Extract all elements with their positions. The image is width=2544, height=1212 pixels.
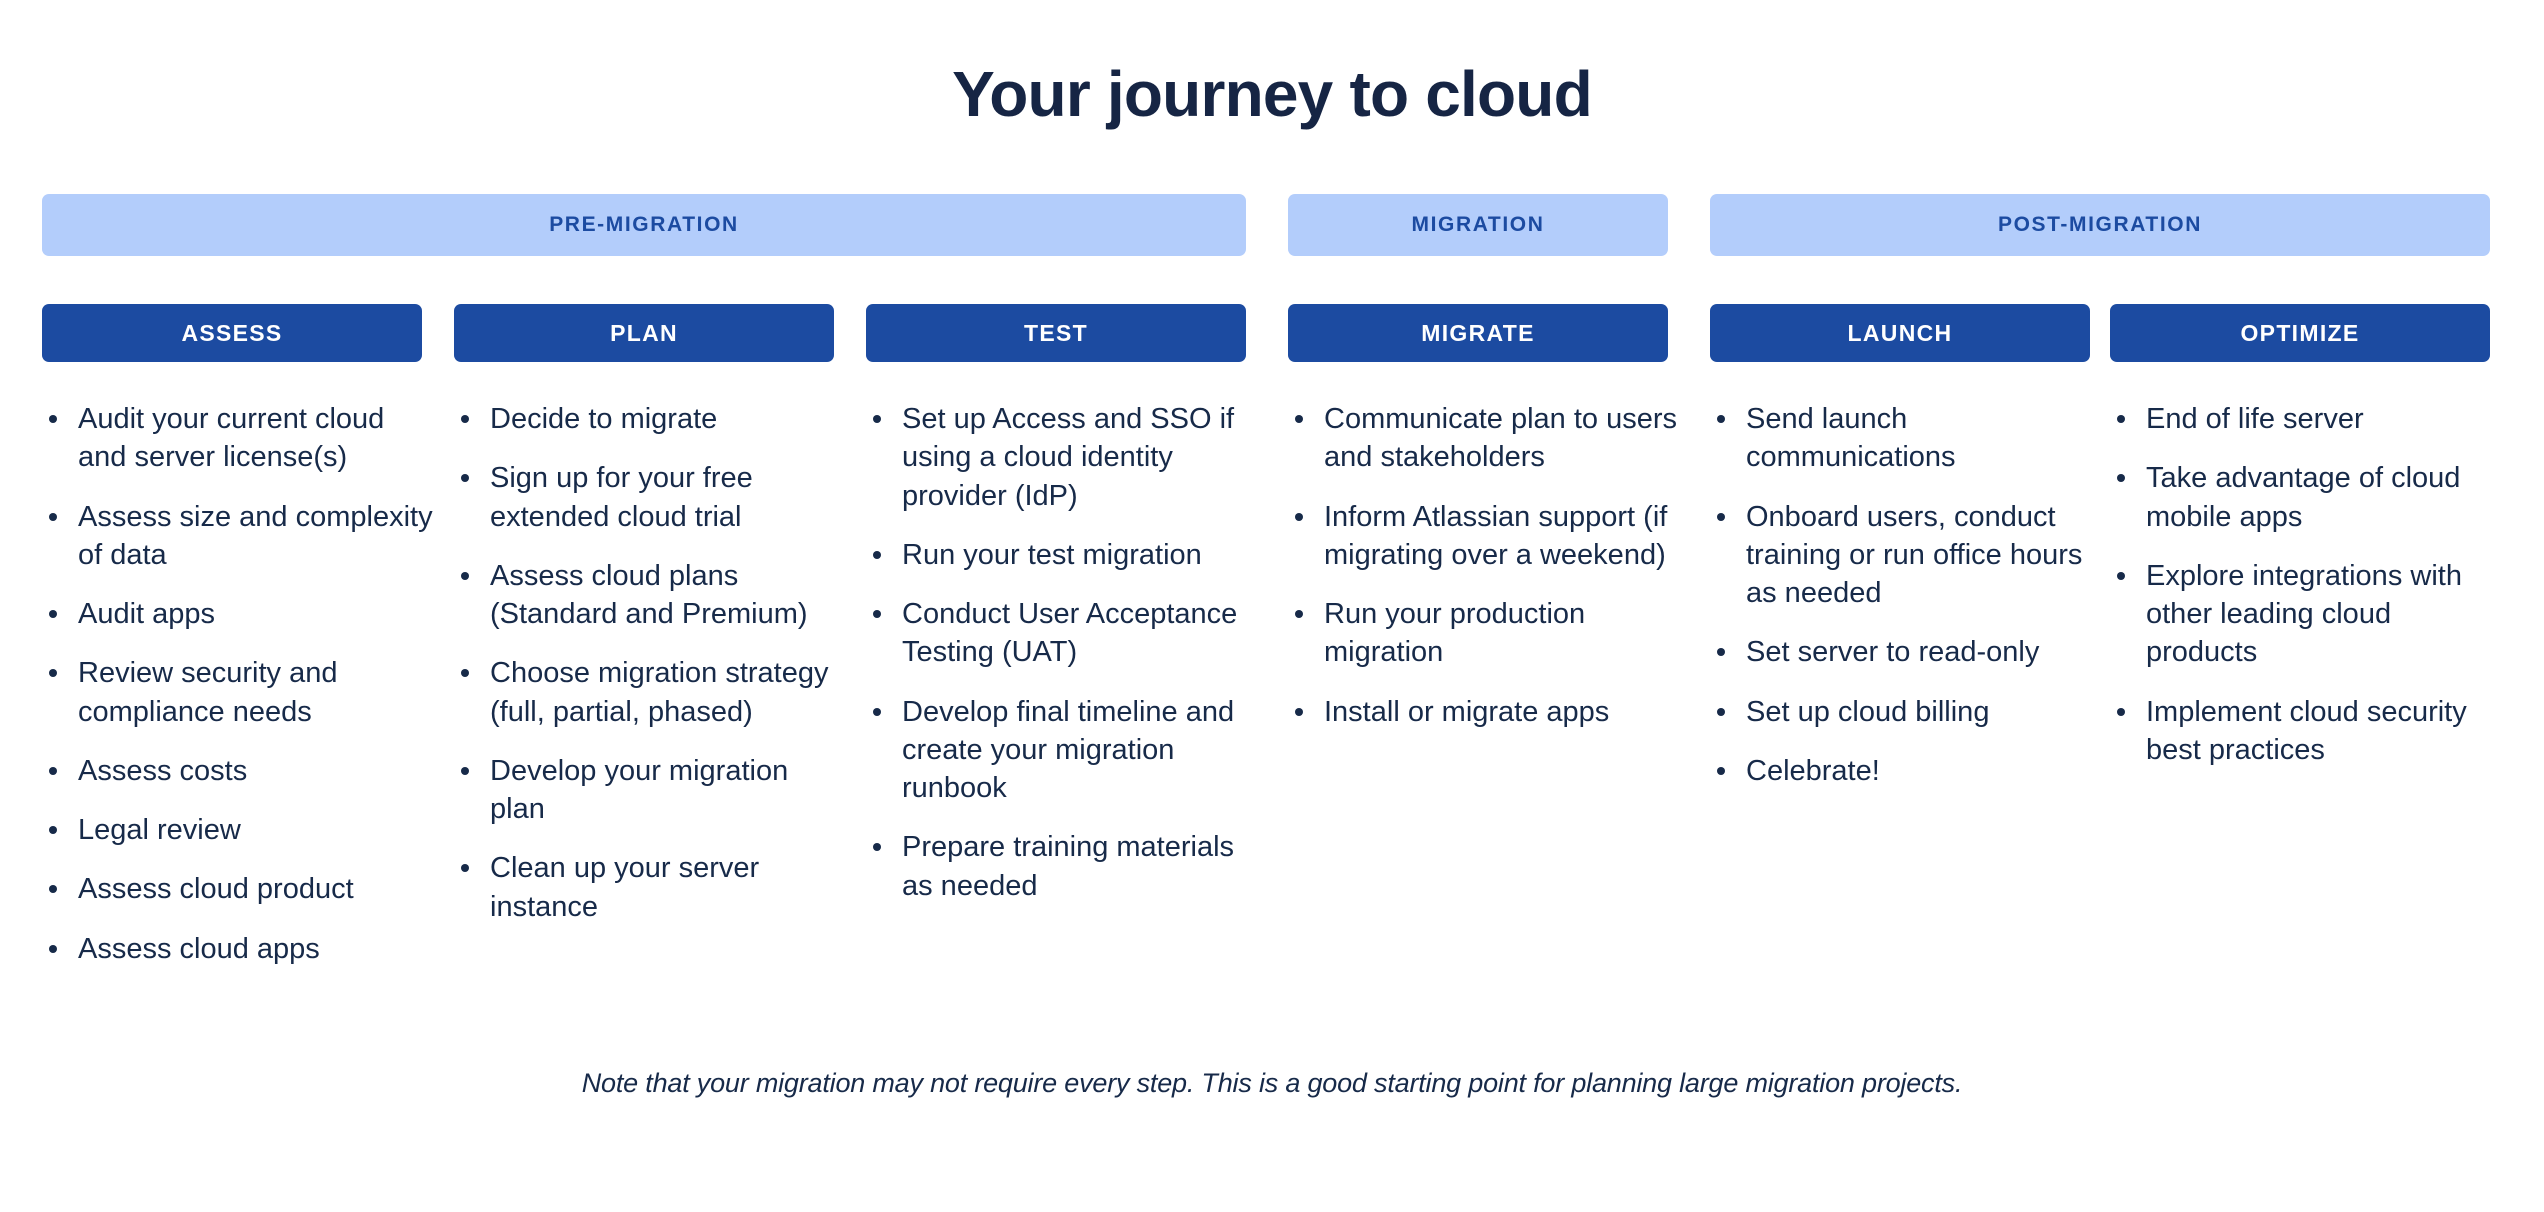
bullet-list: Set up Access and SSO if using a cloud i… — [866, 400, 1258, 905]
stage-bar-migrate: MIGRATE — [1288, 304, 1668, 362]
phase-bar-post-migration: POST-MIGRATION — [1710, 194, 2490, 256]
list-item: Assess cloud apps — [42, 930, 434, 968]
list-item: Explore integrations with other leading … — [2110, 557, 2502, 672]
list-item: Set server to read-only — [1710, 633, 2102, 671]
stage-list-assess: Audit your current cloud and server lice… — [42, 400, 434, 989]
phase-bar-pre-migration: PRE-MIGRATION — [42, 194, 1246, 256]
list-item: Conduct User Acceptance Testing (UAT) — [866, 595, 1258, 672]
stage-bar-plan: PLAN — [454, 304, 834, 362]
list-item: Implement cloud security best practices — [2110, 693, 2502, 770]
infographic-page: Your journey to cloud PRE-MIGRATION MIGRA… — [0, 0, 2544, 1212]
list-item: Run your test migration — [866, 536, 1258, 574]
list-item: Set up Access and SSO if using a cloud i… — [866, 400, 1258, 515]
list-item: Onboard users, conduct training or run o… — [1710, 498, 2102, 613]
bullet-list: End of life server Take advantage of clou… — [2110, 400, 2502, 769]
list-item: Prepare training materials as needed — [866, 828, 1258, 905]
list-item: Run your production migration — [1288, 595, 1680, 672]
list-item: Legal review — [42, 811, 434, 849]
phase-bar-row: PRE-MIGRATION MIGRATION POST-MIGRATION — [42, 194, 2490, 256]
stage-list-plan: Decide to migrate Sign up for your free e… — [454, 400, 846, 947]
stage-list-test: Set up Access and SSO if using a cloud i… — [866, 400, 1258, 926]
list-item: Develop final timeline and create your m… — [866, 693, 1258, 808]
bullet-list: Audit your current cloud and server lice… — [42, 400, 434, 968]
stage-list-launch: Send launch communications Onboard users,… — [1710, 400, 2102, 811]
list-item: Send launch communications — [1710, 400, 2102, 477]
list-item: Assess cloud plans (Standard and Premium… — [454, 557, 846, 634]
list-item: Assess costs — [42, 752, 434, 790]
stage-lists-row: Audit your current cloud and server lice… — [42, 400, 2490, 1030]
list-item: Develop your migration plan — [454, 752, 846, 829]
footer-note: Note that your migration may not require… — [581, 1068, 1963, 1098]
stage-bar-optimize: OPTIMIZE — [2110, 304, 2490, 362]
list-item: Clean up your server instance — [454, 849, 846, 926]
list-item: Set up cloud billing — [1710, 693, 2102, 731]
stage-bar-launch: LAUNCH — [1710, 304, 2090, 362]
stage-label: TEST — [1024, 319, 1088, 346]
list-item: Celebrate! — [1710, 752, 2102, 790]
stage-label: PLAN — [610, 319, 678, 346]
stage-label: OPTIMIZE — [2240, 319, 2360, 346]
stage-bar-row: ASSESS PLAN TEST MIGRATE LAUNCH OPTIMIZE — [42, 304, 2490, 362]
list-item: Review security and compliance needs — [42, 654, 434, 731]
stage-label: LAUNCH — [1847, 319, 1953, 346]
list-item: Decide to migrate — [454, 400, 846, 438]
stage-bar-test: TEST — [866, 304, 1246, 362]
stage-label: MIGRATE — [1421, 319, 1535, 346]
list-item: Assess cloud product — [42, 870, 434, 908]
list-item: Assess size and complexity of data — [42, 498, 434, 575]
phase-label: POST-MIGRATION — [1997, 213, 2202, 236]
page-title: Your journey to cloud — [952, 58, 1593, 130]
phase-label: PRE-MIGRATION — [549, 213, 739, 236]
list-item: Sign up for your free extended cloud tri… — [454, 459, 846, 536]
phase-label: MIGRATION — [1411, 213, 1545, 236]
list-item: Install or migrate apps — [1288, 693, 1680, 731]
list-item: End of life server — [2110, 400, 2502, 438]
list-item: Communicate plan to users and stakeholde… — [1288, 400, 1680, 477]
bullet-list: Communicate plan to users and stakeholde… — [1288, 400, 1680, 731]
list-item: Audit your current cloud and server lice… — [42, 400, 434, 477]
phase-bar-migration: MIGRATION — [1288, 194, 1668, 256]
list-item: Take advantage of cloud mobile apps — [2110, 459, 2502, 536]
bullet-list: Send launch communications Onboard users,… — [1710, 400, 2102, 790]
list-item: Inform Atlassian support (if migrating o… — [1288, 498, 1680, 575]
stage-list-migrate: Communicate plan to users and stakeholde… — [1288, 400, 1680, 752]
stage-list-optimize: End of life server Take advantage of clou… — [2110, 400, 2502, 790]
bullet-list: Decide to migrate Sign up for your free e… — [454, 400, 846, 926]
list-item: Choose migration strategy (full, partial… — [454, 654, 846, 731]
list-item: Audit apps — [42, 595, 434, 633]
stage-bar-assess: ASSESS — [42, 304, 422, 362]
stage-label: ASSESS — [181, 319, 283, 346]
